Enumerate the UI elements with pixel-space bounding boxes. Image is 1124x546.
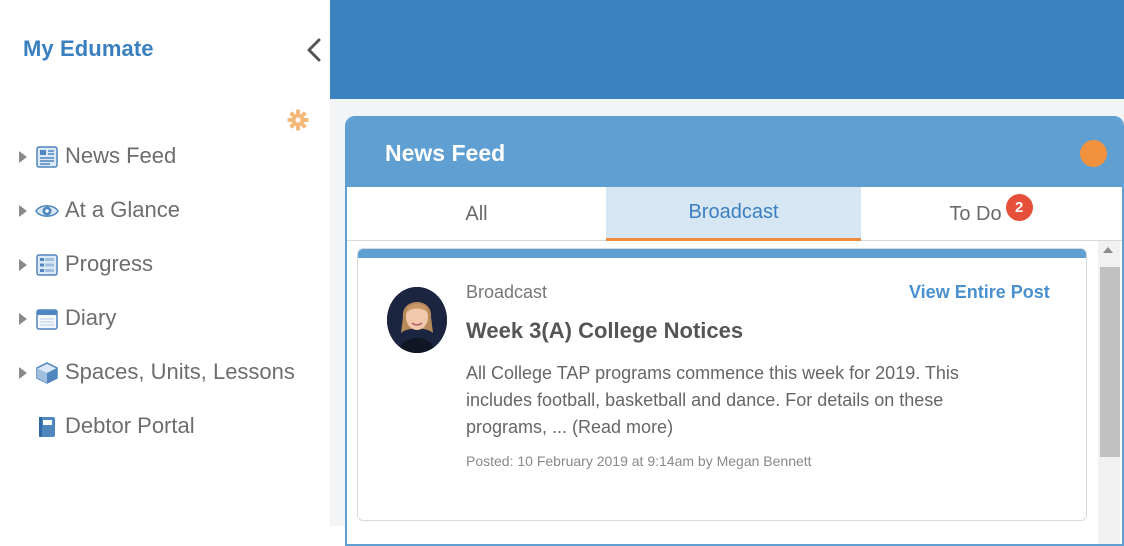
tab-broadcast[interactable]: Broadcast <box>606 187 861 241</box>
scrollbar[interactable] <box>1098 241 1120 544</box>
sidebar-item-label: At a Glance <box>65 197 180 222</box>
tab-all[interactable]: All <box>347 187 606 241</box>
tab-label: Broadcast <box>688 201 779 223</box>
expand-caret-icon[interactable] <box>19 313 27 325</box>
view-entire-post-link[interactable]: View Entire Post <box>909 282 1050 303</box>
sidebar-item-progress[interactable]: Progress <box>0 238 330 292</box>
card-accent-bar <box>358 249 1086 258</box>
sidebar-item-diary[interactable]: Diary <box>0 292 330 346</box>
eye-icon <box>35 205 59 217</box>
top-banner <box>330 0 1124 99</box>
post-type-label: Broadcast <box>466 282 548 302</box>
sidebar-item-news-feed[interactable]: News Feed <box>0 130 330 184</box>
tab-label: All <box>465 203 488 225</box>
panel-header: News Feed <box>347 118 1122 187</box>
panel-title: News Feed <box>385 140 506 166</box>
todo-count-badge: 2 <box>1005 194 1033 221</box>
sidebar-item-at-a-glance[interactable]: At a Glance <box>0 184 330 238</box>
progress-icon <box>36 254 58 276</box>
scroll-up-icon[interactable] <box>1103 247 1113 253</box>
expand-caret-icon[interactable] <box>19 259 27 271</box>
tab-label: To Do <box>949 203 1002 225</box>
post-meta: Posted: 10 February 2019 at 9:14am by Me… <box>466 453 812 469</box>
sidebar-item-label: News Feed <box>65 143 177 168</box>
calendar-icon <box>36 309 58 330</box>
book-icon <box>39 417 55 437</box>
post-body: All College TAP programs commence this w… <box>466 363 959 437</box>
tab-to-do[interactable]: To Do 2 <box>861 187 1121 241</box>
expand-caret-icon[interactable] <box>19 151 27 163</box>
sidebar-item-debtor-portal[interactable]: Debtor Portal <box>0 400 330 454</box>
sidebar-item-label: Diary <box>65 305 117 330</box>
sidebar-item-label: Progress <box>65 251 154 276</box>
avatar <box>387 287 447 353</box>
gear-icon[interactable] <box>286 108 310 132</box>
news-feed-panel: News Feed All Broadcast To Do 2 Broadcast… <box>345 116 1124 546</box>
feed-tabs: All Broadcast To Do 2 <box>347 187 1122 241</box>
expand-caret-icon[interactable] <box>19 205 27 217</box>
post-card: Broadcast View Entire Post Week 3(A) Col… <box>357 248 1087 521</box>
status-dot-icon[interactable] <box>1080 140 1107 167</box>
brand-title[interactable]: My Edumate <box>23 36 154 62</box>
news-feed-icon <box>36 146 58 168</box>
chevron-left-icon[interactable] <box>302 36 326 64</box>
scrollbar-thumb[interactable] <box>1100 267 1120 457</box>
sidebar-item-spaces-units-lessons[interactable]: Spaces, Units, Lessons <box>0 346 330 400</box>
sidebar-item-label: Debtor Portal <box>65 413 195 438</box>
sidebar: My Edumate News Feed At a Glance Progres… <box>0 0 330 526</box>
cube-icon <box>36 362 58 384</box>
expand-caret-icon[interactable] <box>19 367 27 379</box>
sidebar-item-label: Spaces, Units, Lessons <box>65 359 295 384</box>
post-title[interactable]: Week 3(A) College Notices <box>466 318 743 344</box>
